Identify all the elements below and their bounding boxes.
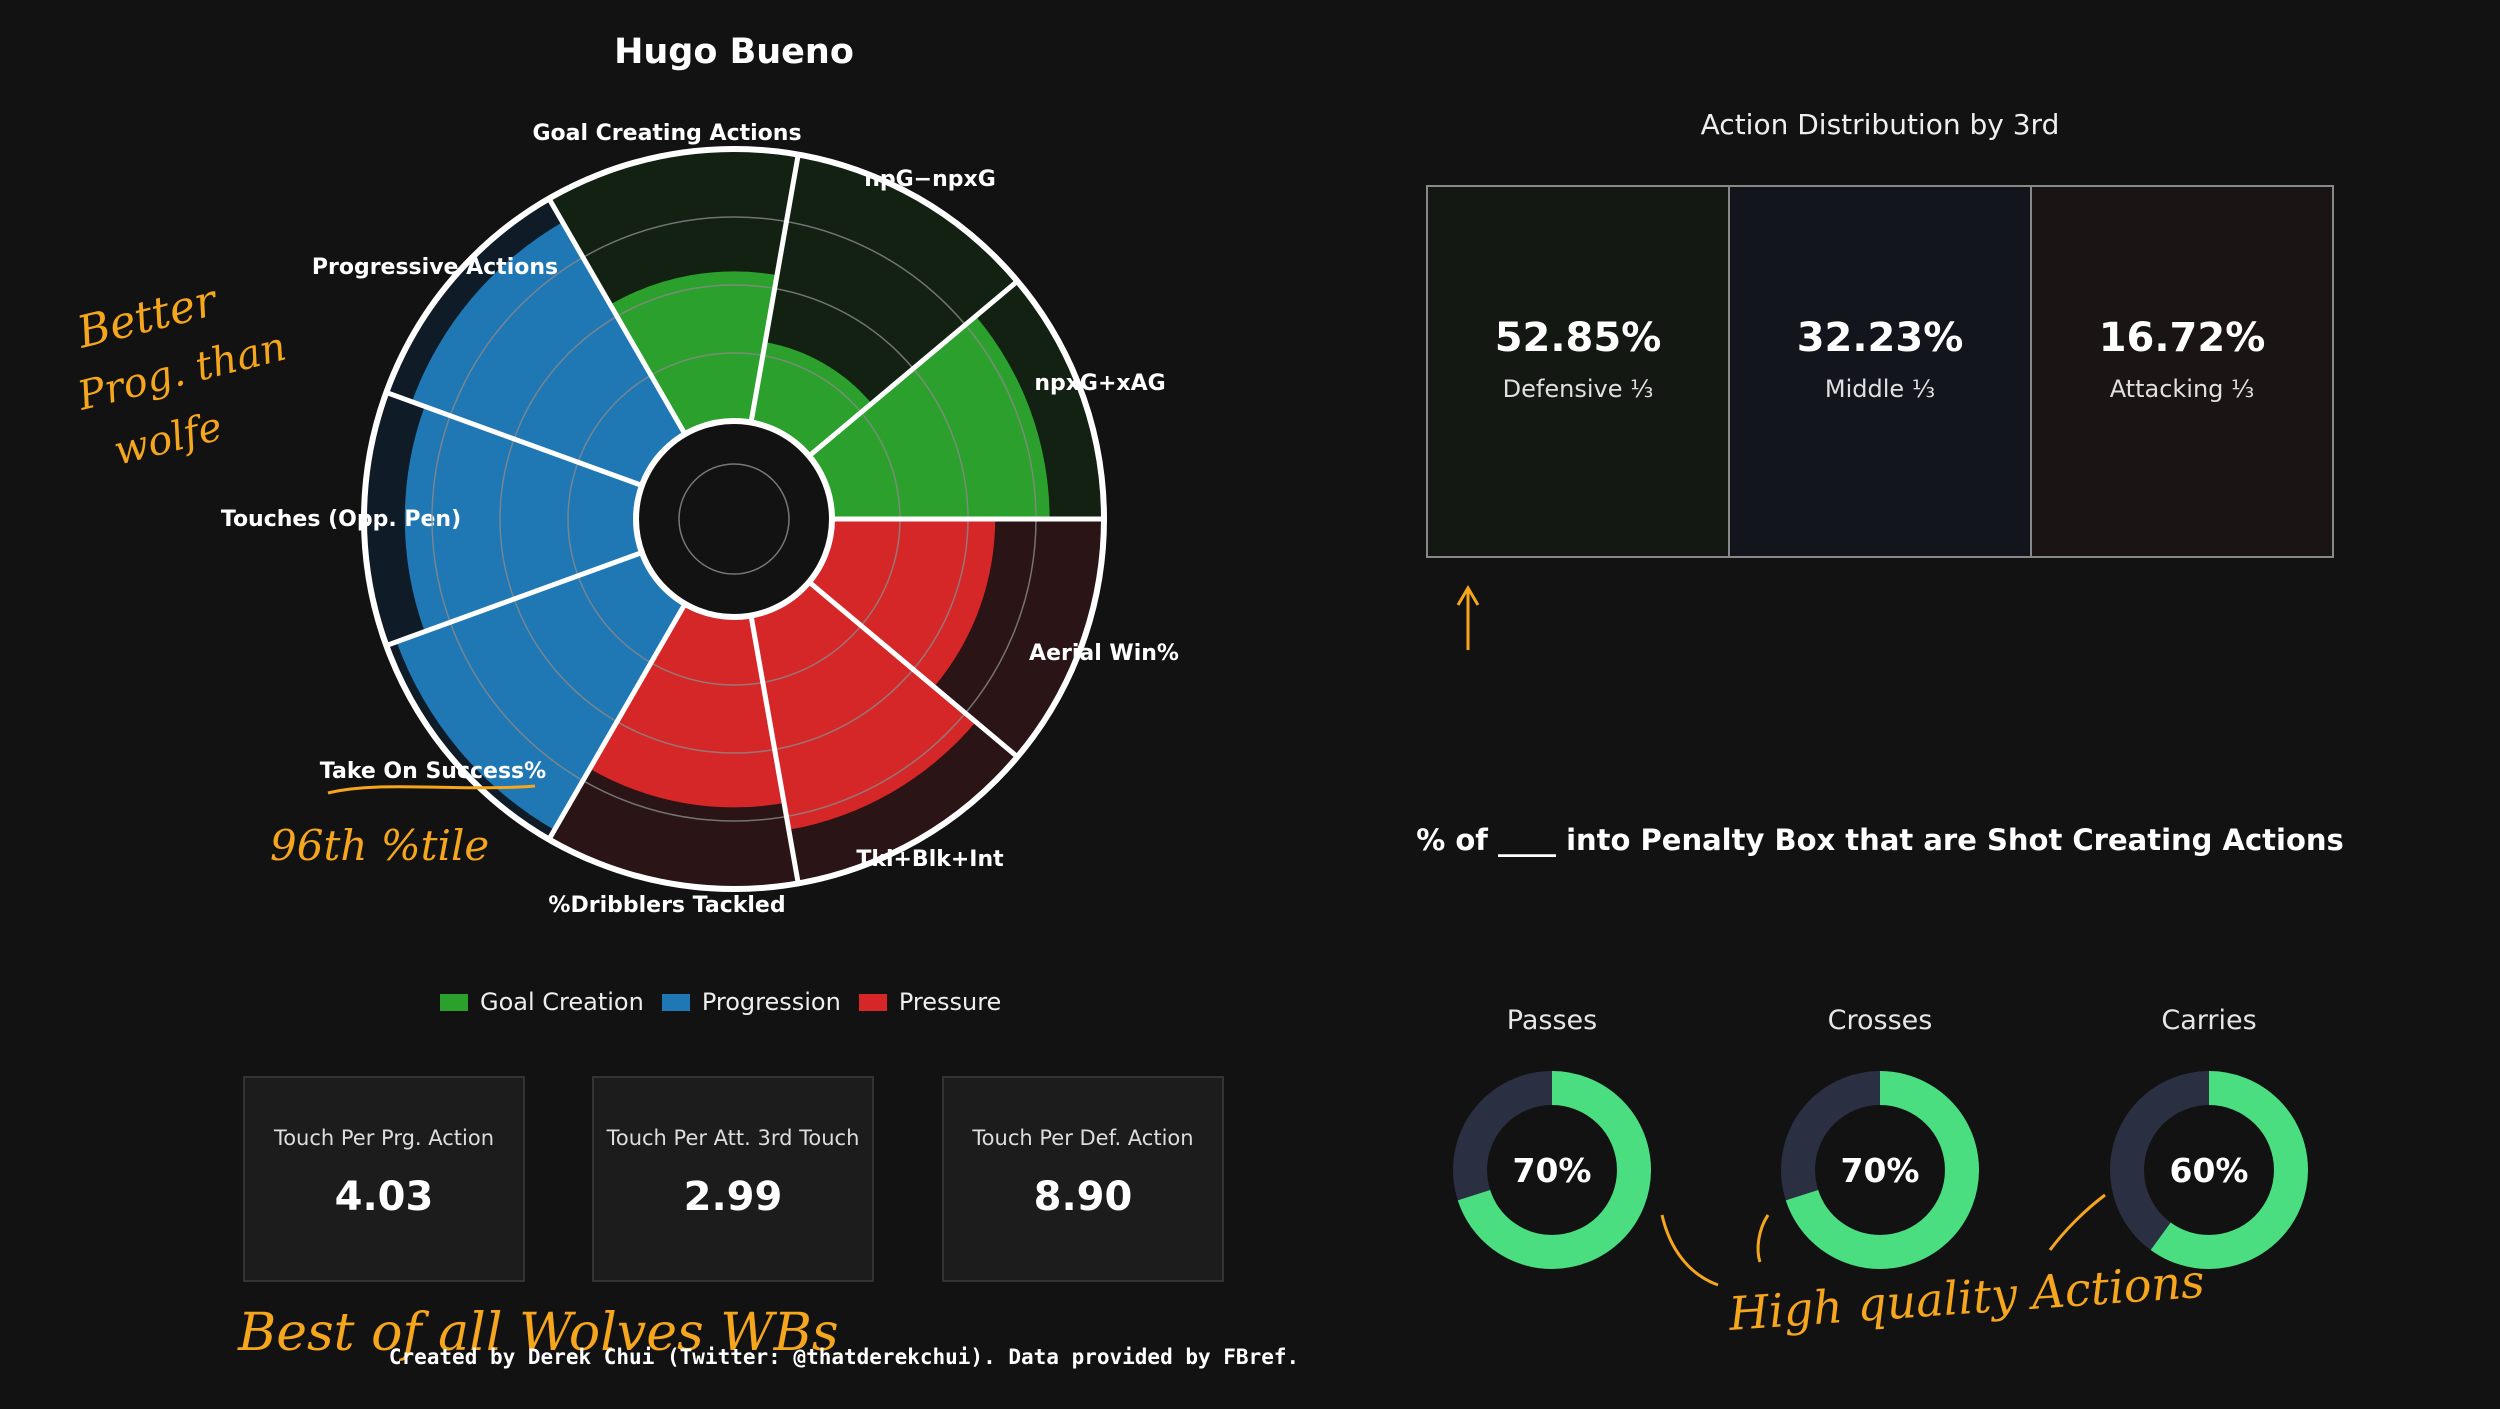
pointer-passes	[1660, 1214, 1719, 1287]
zone-label: Defensive ⅓	[1502, 375, 1654, 403]
annotation-prog-line-3: wolfe	[109, 404, 226, 475]
zone-middle: 32.23% Middle ⅓	[1728, 185, 2032, 558]
stat-card-att-3rd-touch: Touch Per Att. 3rd Touch 2.99	[592, 1076, 874, 1282]
legend-swatch-progression	[661, 993, 690, 1011]
arrow-defensive	[1456, 585, 1480, 650]
legend-swatch-pressure	[858, 993, 887, 1011]
radar-axis-label: %Dribblers Tackled	[548, 893, 785, 918]
stat-value: 2.99	[683, 1174, 783, 1220]
legend-item-progression: Progression	[661, 988, 841, 1016]
radar-axis-label: npxG+xAG	[1034, 371, 1165, 396]
radar-axis-label: Goal Creating Actions	[532, 121, 801, 146]
annotation-take-on: 96th %tile	[270, 821, 489, 870]
radar-center	[633, 418, 835, 620]
stat-card-def-action: Touch Per Def. Action 8.90	[942, 1076, 1224, 1282]
radar-chart: npxG+xAGnpG−npxGGoal Creating ActionsPro…	[221, 121, 1179, 918]
zone-label: Middle ⅓	[1824, 375, 1936, 403]
donut-title-passes: Passes	[1506, 1005, 1598, 1036]
radar-axis-label: Touches (Opp. Pen)	[221, 507, 461, 532]
legend-label-pressure: Pressure	[898, 988, 1002, 1016]
legend-label-progression: Progression	[701, 988, 841, 1016]
footer-credit: Created by Derek Chui (Twitter: @thatder…	[388, 1345, 1300, 1369]
donut-charts: 70% 70% 60%	[1453, 1071, 2308, 1269]
donut-value-label: 60%	[2170, 1151, 2249, 1190]
stat-value: 4.03	[334, 1174, 434, 1220]
radar-axis-label: Take On Success%	[320, 759, 546, 784]
donut-value-label: 70%	[1841, 1151, 1920, 1190]
stat-label: Touch Per Prg. Action	[273, 1126, 495, 1150]
radar-legend: Goal Creation Progression Pressure	[440, 988, 1001, 1016]
legend-item-goal-creation: Goal Creation	[440, 988, 644, 1016]
legend-swatch-goal-creation	[440, 993, 468, 1011]
distribution-title: Action Distribution by 3rd	[1700, 108, 2060, 141]
donut-title-carries: Carries	[2161, 1005, 2257, 1036]
zone-percentage: 52.85%	[1494, 315, 1662, 361]
donut-value-label: 70%	[1513, 1151, 1592, 1190]
stat-value: 8.90	[1033, 1174, 1133, 1220]
pointer-carries	[2048, 1193, 2106, 1251]
stat-label: Touch Per Def. Action	[972, 1126, 1194, 1150]
radar-axis-label: Aerial Win%	[1029, 641, 1179, 666]
player-title: Hugo Bueno	[614, 32, 854, 72]
sca-title: % of ____ into Penalty Box that are Shot…	[1416, 823, 2344, 857]
stat-label: Touch Per Att. 3rd Touch	[606, 1126, 860, 1150]
stat-card-prg-action: Touch Per Prg. Action 4.03	[243, 1076, 525, 1282]
zone-percentage: 16.72%	[2098, 315, 2266, 361]
zone-attacking: 16.72% Attacking ⅓	[2030, 185, 2334, 558]
zone-defensive: 52.85% Defensive ⅓	[1426, 185, 1730, 558]
annotation-high-quality: High quality Actions	[1726, 1254, 2206, 1341]
radar-axis-label: Progressive Actions	[312, 255, 558, 280]
legend-item-pressure: Pressure	[858, 988, 1002, 1016]
pointer-crosses	[1756, 1214, 1770, 1263]
zone-percentage: 32.23%	[1796, 315, 1964, 361]
donut-title-crosses: Crosses	[1827, 1005, 1933, 1036]
zone-label: Attacking ⅓	[2109, 375, 2255, 403]
legend-label-goal-creation: Goal Creation	[480, 988, 644, 1016]
